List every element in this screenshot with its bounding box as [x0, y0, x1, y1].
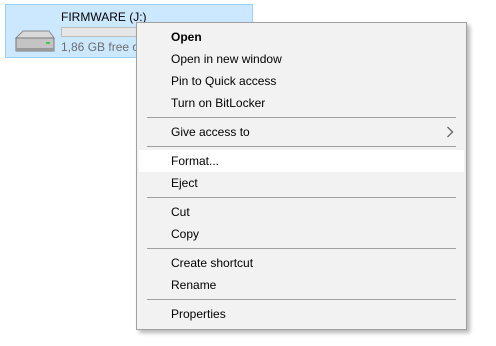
menu-item-turn-on-bitlocker[interactable]: Turn on BitLocker [137, 92, 466, 114]
menu-separator [147, 117, 456, 118]
menu-item-label: Open [171, 30, 202, 44]
menu-item-open[interactable]: Open [137, 26, 466, 48]
menu-separator [147, 146, 456, 147]
drive-icon [14, 30, 55, 52]
menu-item-open-in-new-window[interactable]: Open in new window [137, 48, 466, 70]
context-menu: Open Open in new window Pin to Quick acces… [136, 22, 467, 330]
menu-item-label: Create shortcut [171, 256, 254, 270]
menu-item-give-access-to[interactable]: Give access to [137, 121, 466, 143]
menu-item-label: Copy [171, 227, 200, 241]
menu-item-pin-to-quick-access[interactable]: Pin to Quick access [137, 70, 466, 92]
menu-item-label: Eject [171, 176, 198, 190]
menu-item-label: Turn on BitLocker [171, 96, 266, 110]
menu-separator [147, 248, 456, 249]
menu-item-rename[interactable]: Rename [137, 274, 466, 296]
menu-separator [147, 299, 456, 300]
menu-item-format[interactable]: Format... [139, 150, 464, 172]
menu-item-label: Rename [171, 278, 217, 292]
menu-item-label: Cut [171, 205, 190, 219]
menu-item-label: Pin to Quick access [171, 74, 277, 88]
menu-item-label: Open in new window [171, 52, 282, 66]
menu-item-copy[interactable]: Copy [137, 223, 466, 245]
drive-free-space: 1,86 GB free of [61, 40, 143, 54]
chevron-right-icon [447, 126, 454, 138]
menu-item-create-shortcut[interactable]: Create shortcut [137, 252, 466, 274]
menu-separator [147, 197, 456, 198]
drive-name: FIRMWARE (J:) [61, 10, 147, 24]
menu-item-properties[interactable]: Properties [137, 303, 466, 325]
menu-item-label: Format... [171, 154, 220, 168]
menu-item-label: Give access to [171, 125, 250, 139]
menu-item-eject[interactable]: Eject [137, 172, 466, 194]
menu-item-cut[interactable]: Cut [137, 201, 466, 223]
menu-item-label: Properties [171, 307, 226, 321]
